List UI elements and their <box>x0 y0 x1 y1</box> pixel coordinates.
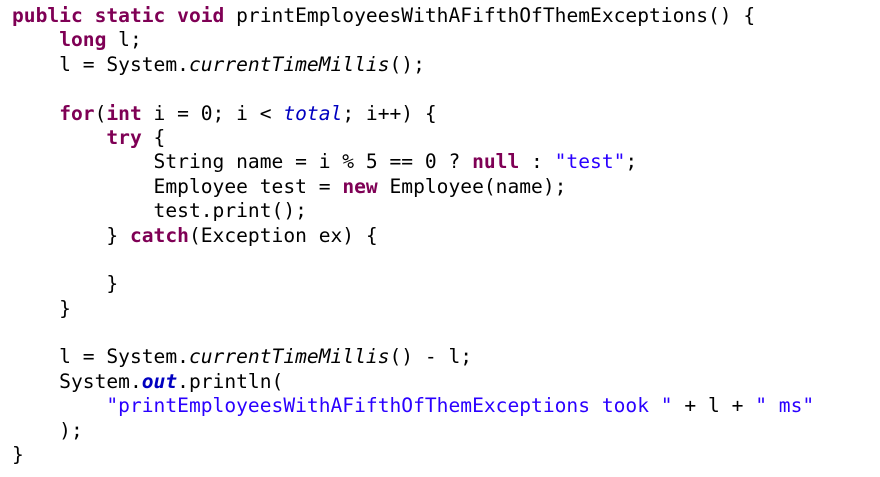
code-token: try <box>106 125 142 149</box>
code-line: test.print(); <box>12 199 880 223</box>
code-token: l; <box>106 28 142 52</box>
code-token: (); <box>389 52 425 76</box>
code-token: l = System. <box>12 52 189 76</box>
code-editor[interactable]: public static void printEmployeesWithAFi… <box>0 0 880 477</box>
code-token: ); <box>12 418 83 442</box>
code-token: .println( <box>177 369 284 393</box>
code-token: } <box>12 296 71 320</box>
code-token: catch <box>129 223 189 247</box>
code-token: currentTimeMillis <box>188 52 390 76</box>
code-token: " ms" <box>755 394 815 418</box>
code-token: () - l; <box>389 345 473 369</box>
code-line: } <box>12 297 880 321</box>
code-token: String name = i % 5 == 0 ? <box>12 150 473 174</box>
code-line: "printEmployeesWithAFifthOfThemException… <box>12 394 880 418</box>
code-line: for(int i = 0; i < total; i++) { <box>12 102 880 126</box>
code-token: out <box>141 369 178 393</box>
code-token: "printEmployeesWithAFifthOfThemException… <box>106 394 673 418</box>
code-line: System.out.println( <box>12 370 880 394</box>
code-token: System. <box>12 369 142 393</box>
code-token: Employee test = <box>12 174 343 198</box>
code-line: Employee test = new Employee(name); <box>12 175 880 199</box>
code-token: test.print(); <box>12 199 307 223</box>
code-token: { <box>141 125 166 149</box>
code-token: currentTimeMillis <box>188 345 390 369</box>
code-token: ( <box>94 101 107 125</box>
code-line: String name = i % 5 == 0 ? null : "test"… <box>12 150 880 174</box>
code-token: } <box>12 443 24 467</box>
code-token: "test" <box>554 150 626 174</box>
code-token: Employee(name); <box>377 174 567 198</box>
code-token: (Exception ex) { <box>188 223 378 247</box>
code-token: null <box>472 150 520 174</box>
code-token: for <box>59 101 95 125</box>
code-token: l = System. <box>12 345 189 369</box>
code-token: total <box>283 101 343 125</box>
code-body: public static void printEmployeesWithAFi… <box>12 4 880 467</box>
code-token: public static void <box>12 4 225 27</box>
code-token: ; i++) { <box>342 101 437 125</box>
code-line: l = System.currentTimeMillis(); <box>12 53 880 77</box>
code-token: } <box>12 272 119 296</box>
code-token: printEmployeesWithAFifthOfThemExceptions… <box>224 4 756 27</box>
code-token: new <box>342 174 378 198</box>
code-line: long l; <box>12 28 880 52</box>
code-token: ; <box>625 150 638 174</box>
code-token: } <box>12 223 130 247</box>
code-token: int <box>106 101 142 125</box>
code-token: + l + <box>672 394 756 418</box>
code-line: try { <box>12 126 880 150</box>
code-token: long <box>59 28 107 52</box>
code-line: ); <box>12 419 880 443</box>
code-line: } <box>12 443 880 467</box>
code-token: : <box>519 150 555 174</box>
code-line: public static void printEmployeesWithAFi… <box>12 4 880 28</box>
code-line: l = System.currentTimeMillis() - l; <box>12 345 880 369</box>
code-line: } <box>12 272 880 296</box>
code-line: } catch(Exception ex) { <box>12 224 880 248</box>
code-token: i = 0; i < <box>141 101 284 125</box>
